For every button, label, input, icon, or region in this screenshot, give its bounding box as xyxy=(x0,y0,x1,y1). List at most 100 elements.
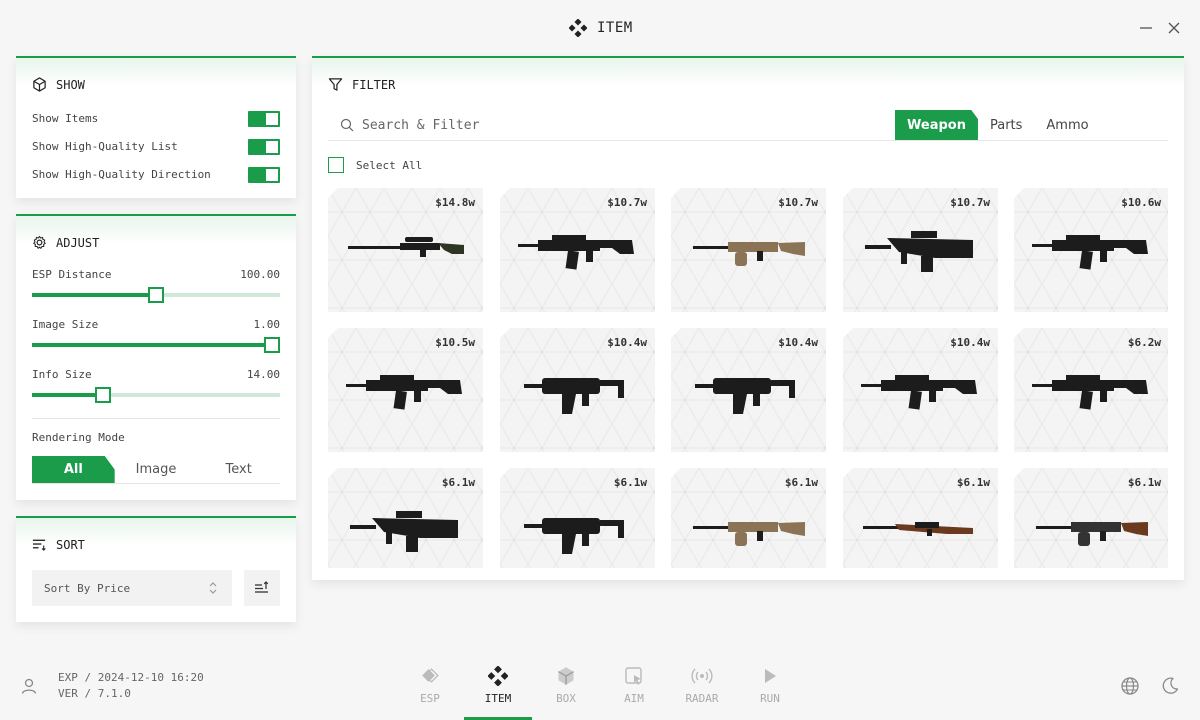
rendering-mode-all[interactable]: All xyxy=(32,456,115,483)
item-card[interactable]: $6.1w xyxy=(1014,468,1168,568)
nav-aim-label: AIM xyxy=(624,692,644,705)
slider-thumb[interactable] xyxy=(148,287,164,303)
sort-lines-icon xyxy=(32,539,46,551)
show-panel-header: SHOW xyxy=(32,77,85,92)
adjust-panel: ADJUST ESP Distance 100.00 Image Size 1.… xyxy=(16,214,296,500)
smg-icon xyxy=(524,378,624,414)
box-icon xyxy=(558,667,574,685)
moon-icon[interactable] xyxy=(1160,676,1180,696)
item-price: $10.4w xyxy=(950,336,990,349)
minimize-icon xyxy=(1140,27,1152,29)
pdw-icon xyxy=(524,518,624,554)
info-size-label: Info Size xyxy=(32,368,92,381)
item-card[interactable]: $10.4w xyxy=(843,328,998,452)
assault-rifle-icon xyxy=(1032,235,1148,270)
search-placeholder: Search & Filter xyxy=(362,117,480,133)
expiry-text: EXP / 2024-12-10 16:20 xyxy=(58,671,204,684)
item-price: $6.1w xyxy=(1127,476,1161,489)
info-size-slider[interactable] xyxy=(32,385,280,405)
item-price: $6.1w xyxy=(441,476,475,489)
item-card[interactable]: $10.7w xyxy=(671,188,826,312)
filter-panel: FILTER Search & Filter Weapon Parts Ammo… xyxy=(312,56,1184,580)
sniper-rifle-icon xyxy=(348,237,464,257)
aim-icon xyxy=(625,667,642,685)
run-play-icon xyxy=(765,669,776,683)
light-machine-gun-icon xyxy=(693,242,805,266)
item-card[interactable]: $10.7w xyxy=(500,188,655,312)
rendering-mode-label: Rendering Mode xyxy=(32,431,125,444)
esp-distance-label: ESP Distance xyxy=(32,268,112,281)
user-icon xyxy=(21,678,37,694)
item-card[interactable]: $10.7w xyxy=(843,188,998,312)
tab-parts[interactable]: Parts xyxy=(978,110,1034,140)
nav-box-label: BOX xyxy=(556,692,576,705)
rendering-mode-image[interactable]: Image xyxy=(115,456,198,483)
gear-icon xyxy=(33,235,46,249)
image-size-slider[interactable] xyxy=(32,335,280,355)
item-price: $6.1w xyxy=(784,476,818,489)
tab-weapon[interactable]: Weapon xyxy=(895,110,978,140)
minimize-button[interactable] xyxy=(1136,18,1156,38)
item-card[interactable]: $14.8w xyxy=(328,188,483,312)
nav-run[interactable]: RUN xyxy=(736,662,804,720)
esp-distance-value: 100.00 xyxy=(240,268,280,281)
light-machine-gun-icon xyxy=(693,522,805,546)
item-price: $6.1w xyxy=(956,476,990,489)
item-card[interactable]: $6.2w xyxy=(1014,328,1168,452)
slider-fill xyxy=(32,343,272,347)
bolt-rifle-icon xyxy=(863,522,973,536)
nav-esp-label: ESP xyxy=(420,692,440,705)
slider-thumb[interactable] xyxy=(264,337,280,353)
bottom-nav: ESP ITEM BOX AIM RADAR RUN xyxy=(396,662,804,720)
nav-radar[interactable]: RADAR xyxy=(668,662,736,720)
item-card[interactable]: $10.5w xyxy=(328,328,483,452)
item-card[interactable]: $10.4w xyxy=(500,328,655,452)
show-hq-list-toggle[interactable] xyxy=(248,139,280,155)
close-button[interactable] xyxy=(1164,18,1184,38)
nav-item-label: ITEM xyxy=(484,692,512,705)
show-items-label: Show Items xyxy=(32,112,99,125)
esp-distance-slider[interactable] xyxy=(32,285,280,305)
sort-order-button[interactable] xyxy=(244,570,280,606)
item-card[interactable]: $6.1w xyxy=(500,468,655,568)
sort-select[interactable]: Sort By Price xyxy=(32,570,232,606)
slider-thumb[interactable] xyxy=(95,387,111,403)
machine-gun-icon xyxy=(1036,522,1148,546)
nav-run-label: RUN xyxy=(760,692,780,705)
assault-rifle-icon xyxy=(518,235,634,270)
nav-esp[interactable]: ESP xyxy=(396,662,464,720)
item-price: $10.4w xyxy=(607,336,647,349)
select-all-checkbox[interactable] xyxy=(328,157,344,173)
item-diamond-icon xyxy=(569,19,587,37)
item-card[interactable]: $6.1w xyxy=(671,468,826,568)
window-title: ITEM xyxy=(569,19,633,37)
item-price: $10.4w xyxy=(778,336,818,349)
item-price: $10.7w xyxy=(778,196,818,209)
rendering-mode-text[interactable]: Text xyxy=(197,456,280,483)
sort-panel-header: SORT xyxy=(32,537,85,552)
nav-aim[interactable]: AIM xyxy=(600,662,668,720)
nav-item[interactable]: ITEM xyxy=(464,662,532,720)
show-hq-direction-toggle[interactable] xyxy=(248,167,280,183)
smg-icon xyxy=(695,378,795,414)
carbine-icon xyxy=(346,375,462,410)
show-items-toggle[interactable] xyxy=(248,111,280,127)
item-card[interactable]: $6.1w xyxy=(328,468,483,568)
tab-ammo[interactable]: Ammo xyxy=(1034,110,1100,140)
adjust-panel-title: ADJUST xyxy=(56,235,100,250)
search-input[interactable]: Search & Filter xyxy=(328,110,868,140)
item-card[interactable]: $10.4w xyxy=(671,328,826,452)
globe-icon[interactable] xyxy=(1120,676,1140,696)
image-size-label: Image Size xyxy=(32,318,99,331)
esp-icon xyxy=(422,668,439,683)
adjust-panel-header: ADJUST xyxy=(32,235,99,250)
show-hq-direction-label: Show High-Quality Direction xyxy=(32,168,211,181)
item-card[interactable]: $10.6w xyxy=(1014,188,1168,312)
bullpup-rifle-icon xyxy=(350,511,458,552)
window-title-text: ITEM xyxy=(597,20,633,36)
sort-select-value: Sort By Price xyxy=(44,581,131,595)
nav-box[interactable]: BOX xyxy=(532,662,600,720)
item-price: $10.7w xyxy=(950,196,990,209)
item-card[interactable]: $6.1w xyxy=(843,468,998,568)
select-all[interactable]: Select All xyxy=(328,157,422,173)
